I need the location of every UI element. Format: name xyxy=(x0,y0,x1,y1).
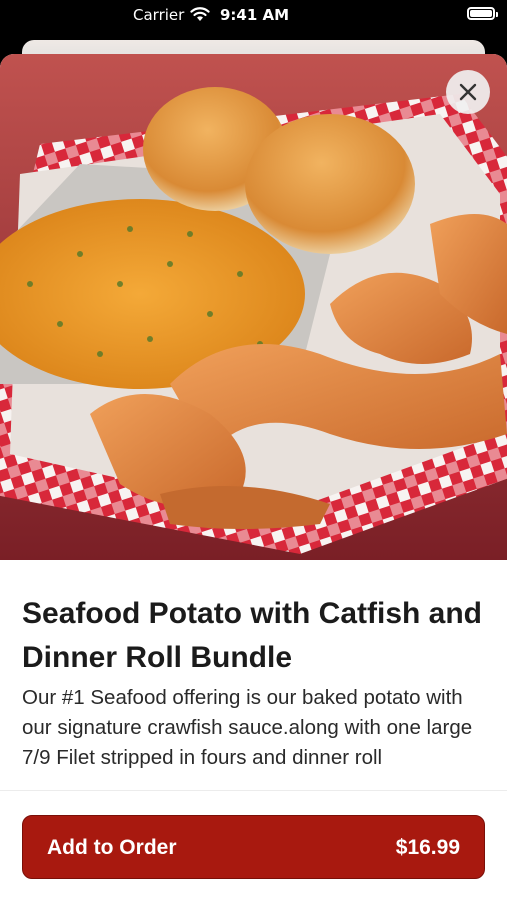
close-button[interactable] xyxy=(446,70,490,114)
status-bar: Carrier 9:41 AM xyxy=(0,0,507,32)
clock-time: 9:41 AM xyxy=(220,6,290,24)
close-icon xyxy=(459,83,477,101)
battery-icon xyxy=(467,7,498,20)
add-to-order-button[interactable]: Add to Order $16.99 xyxy=(22,815,485,879)
product-title: Seafood Potato with Catfish and Dinner R… xyxy=(22,597,483,674)
product-description: Our #1 Seafood offering is our baked pot… xyxy=(22,686,473,769)
add-to-order-label: Add to Order xyxy=(47,836,177,859)
product-image xyxy=(0,54,507,560)
product-detail-sheet: Seafood Potato with Catfish and Dinner R… xyxy=(0,54,507,900)
order-footer: Add to Order $16.99 xyxy=(0,790,507,900)
carrier-label: Carrier xyxy=(133,6,185,24)
wifi-icon xyxy=(190,7,210,21)
order-price: $16.99 xyxy=(395,836,460,859)
